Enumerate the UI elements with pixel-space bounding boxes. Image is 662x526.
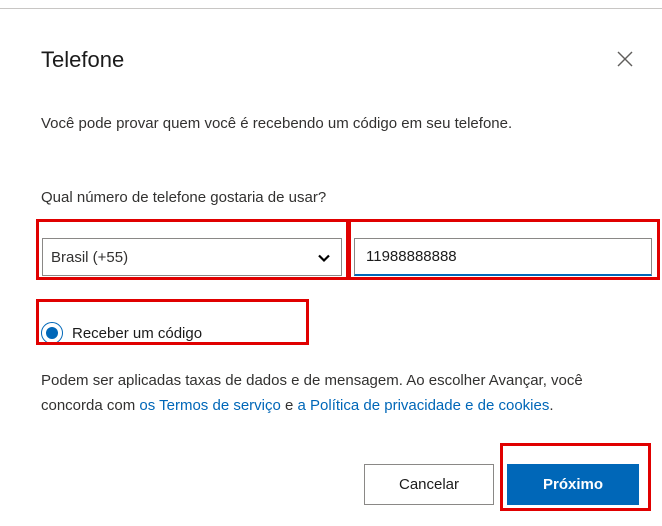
disclaimer-text: Podem ser aplicadas taxas de dados e de … xyxy=(41,368,621,418)
phone-number-input[interactable] xyxy=(354,238,652,276)
country-code-selected: Brasil (+55) xyxy=(51,248,129,266)
privacy-link[interactable]: a Política de privacidade e de cookies xyxy=(298,397,550,414)
close-icon[interactable] xyxy=(615,49,635,69)
phone-question: Qual número de telefone gostaria de usar… xyxy=(41,189,327,206)
chevron-down-icon xyxy=(317,251,331,265)
dialog-title: Telefone xyxy=(41,47,125,72)
receive-code-option[interactable]: Receber um código xyxy=(41,322,202,344)
receive-code-label: Receber um código xyxy=(72,324,203,342)
terms-link[interactable]: os Termos de serviço xyxy=(139,397,280,414)
disclaimer-middle: e xyxy=(280,397,298,414)
phone-dialog: Telefone Você pode provar quem você é re… xyxy=(0,9,662,526)
radio-selected-dot xyxy=(46,327,58,339)
next-button[interactable]: Próximo xyxy=(507,464,639,505)
country-code-select[interactable]: Brasil (+55) xyxy=(42,238,342,276)
dialog-description: Você pode provar quem você é recebendo u… xyxy=(41,115,513,132)
disclaimer-after: . xyxy=(549,397,554,414)
radio-button[interactable] xyxy=(41,322,63,344)
cancel-button[interactable]: Cancelar xyxy=(364,464,494,505)
